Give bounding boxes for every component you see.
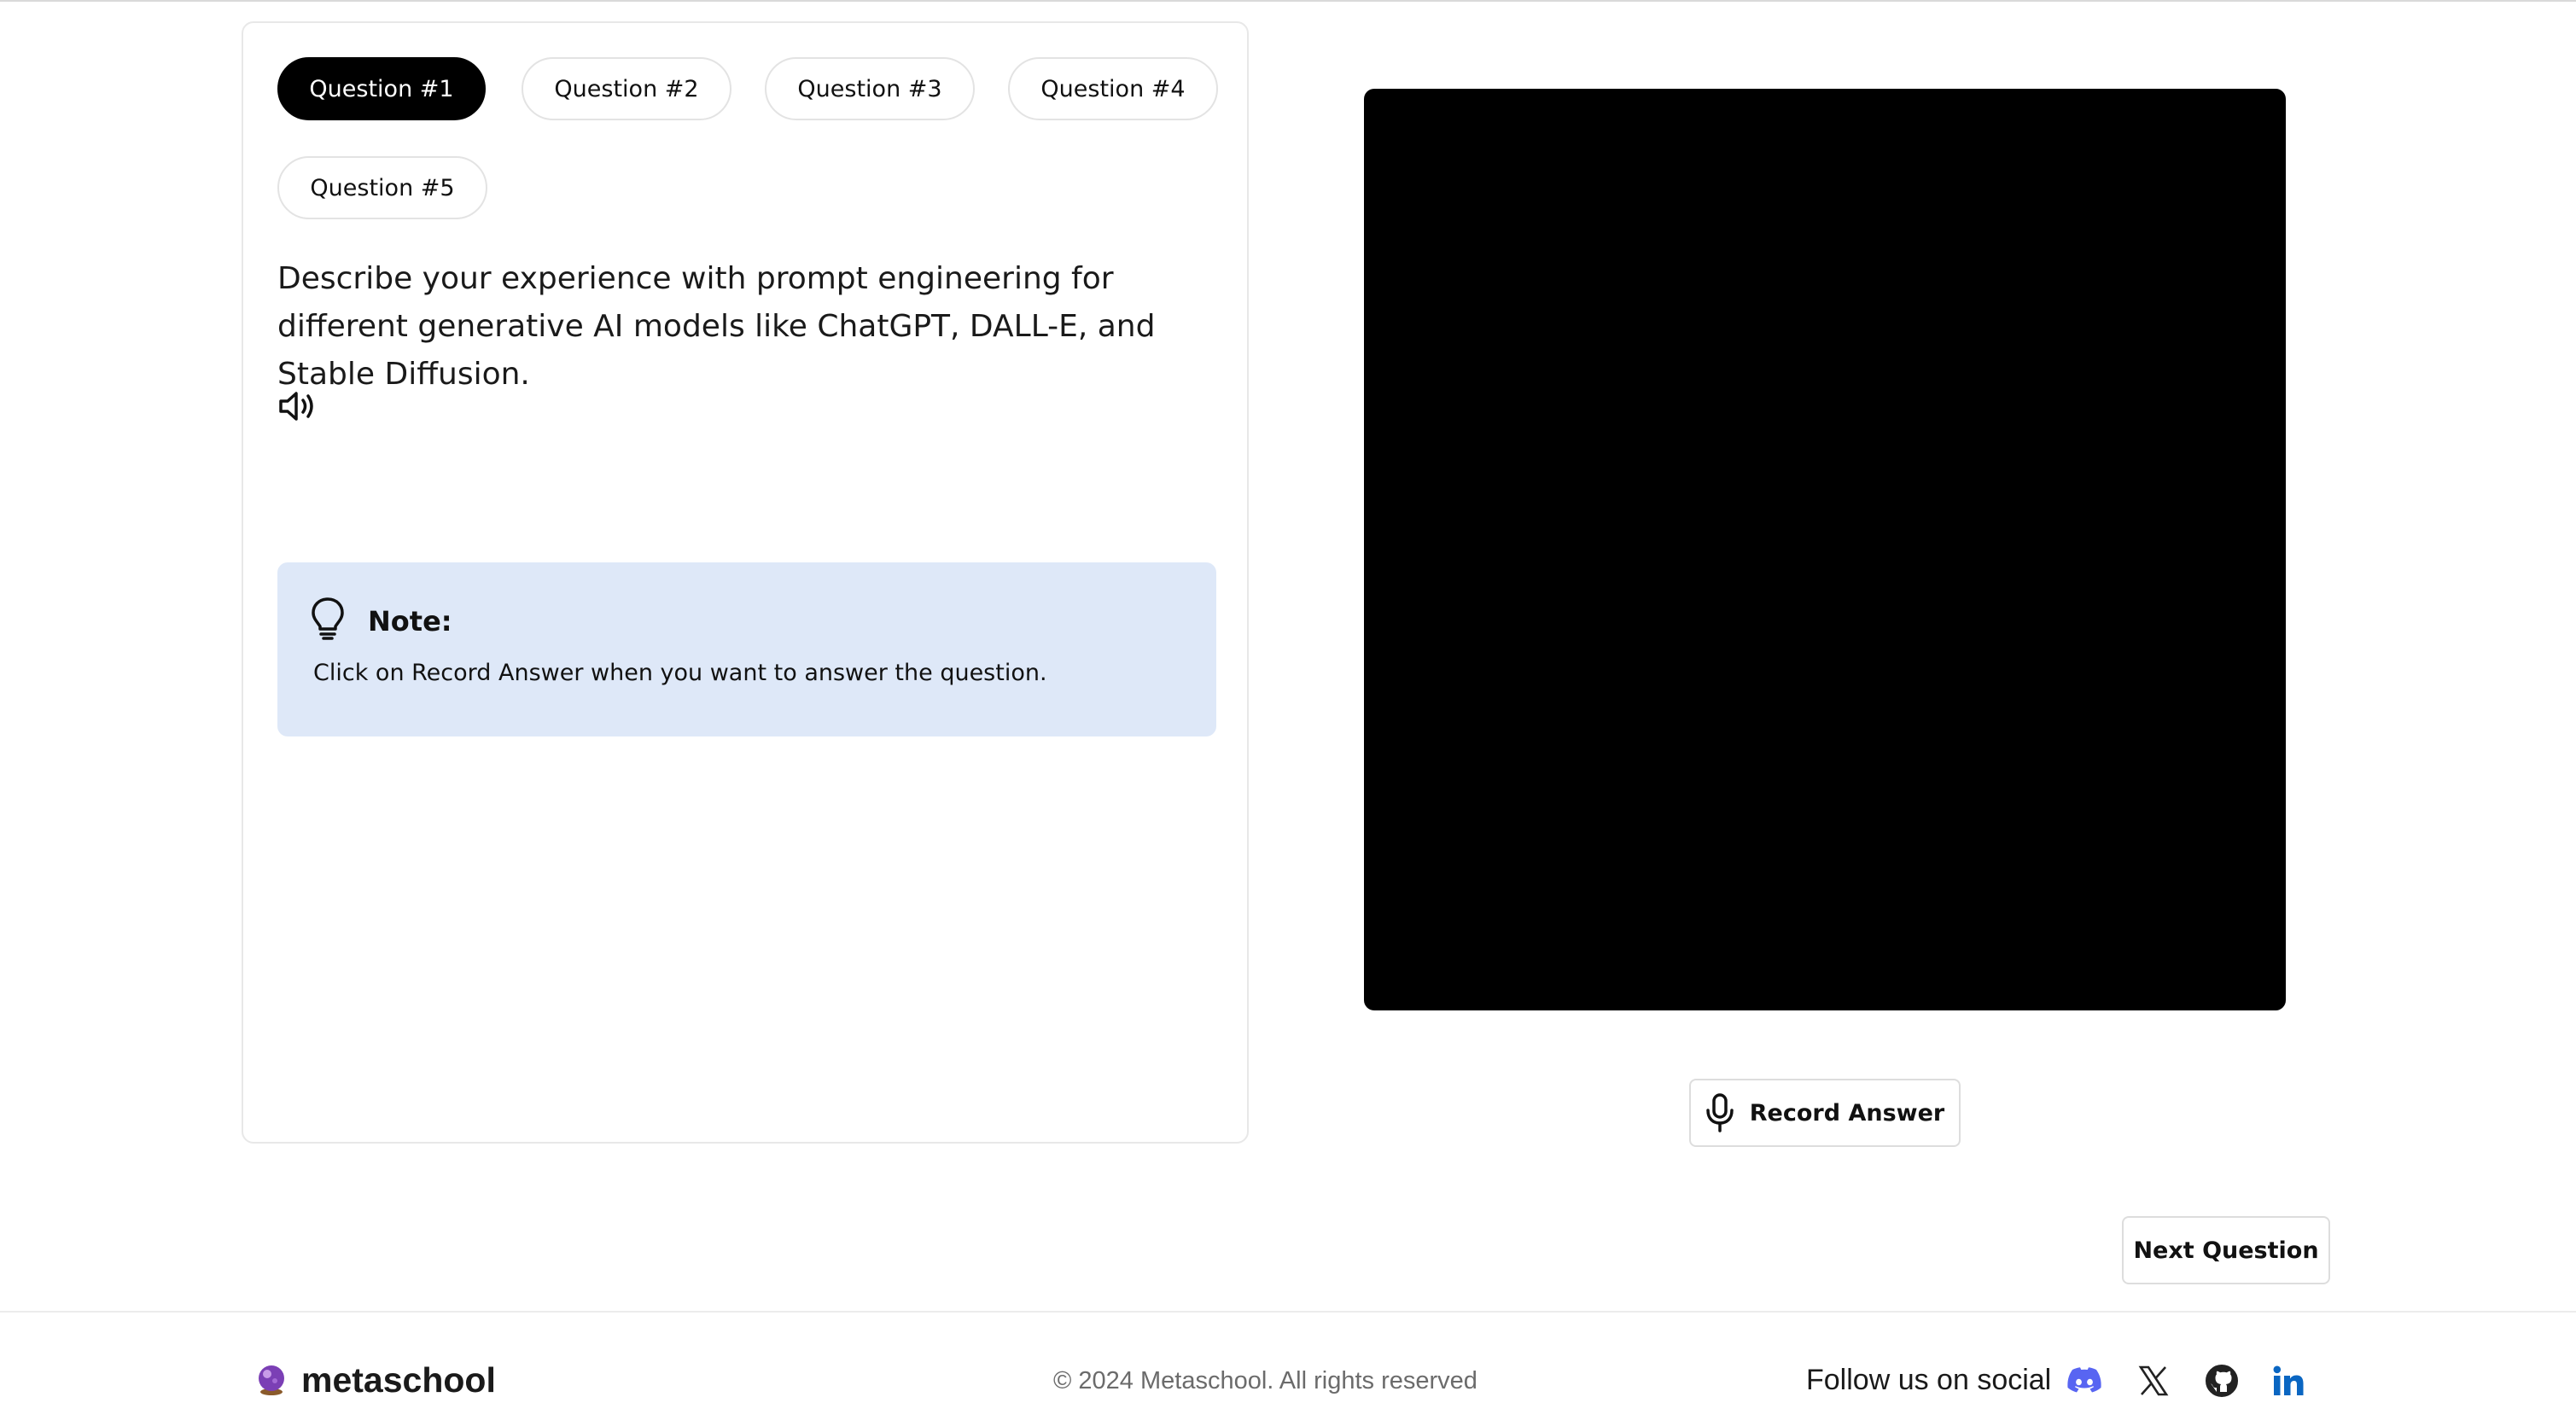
tab-question-2[interactable]: Question #2: [522, 57, 731, 120]
tab-question-3[interactable]: Question #3: [765, 57, 975, 120]
metaschool-logo-icon: [255, 1364, 288, 1396]
microphone-icon: [1705, 1093, 1734, 1132]
next-question-button[interactable]: Next Question: [2122, 1216, 2330, 1284]
speaker-icon[interactable]: [276, 387, 322, 426]
record-answer-button[interactable]: Record Answer: [1689, 1079, 1961, 1147]
tab-question-1[interactable]: Question #1: [277, 57, 486, 120]
tab-question-5[interactable]: Question #5: [277, 156, 487, 219]
top-divider: [0, 0, 2576, 2]
webcam-preview: [1364, 89, 2286, 1010]
tab-question-4[interactable]: Question #4: [1008, 57, 1218, 120]
linkedin-icon[interactable]: [2270, 1362, 2307, 1400]
discord-icon[interactable]: [2066, 1362, 2103, 1400]
question-text: Describe your experience with prompt eng…: [277, 261, 1156, 392]
follow-label: Follow us on social: [1806, 1364, 2052, 1396]
next-question-label: Next Question: [2133, 1237, 2319, 1264]
lightbulb-icon: [310, 597, 346, 641]
note-title: Note:: [368, 605, 452, 637]
question-card: Question #1 Question #2 Question #3 Ques…: [242, 21, 1249, 1144]
copyright-text: © 2024 Metaschool. All rights reserved: [1053, 1367, 1477, 1394]
note-box: Note: Click on Record Answer when you wa…: [277, 562, 1216, 736]
github-icon[interactable]: [2203, 1362, 2241, 1400]
record-answer-label: Record Answer: [1749, 1099, 1945, 1126]
brand-name[interactable]: metaschool: [301, 1360, 496, 1400]
note-text: Click on Record Answer when you want to …: [313, 660, 1047, 686]
x-icon[interactable]: [2135, 1362, 2172, 1400]
footer-divider: [0, 1311, 2576, 1313]
